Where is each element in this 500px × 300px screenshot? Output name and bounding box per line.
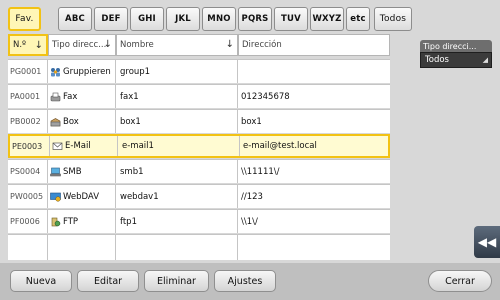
row-name: smb1 — [116, 160, 238, 183]
sort-down-icon: ↓ — [34, 40, 43, 51]
row-type: Box — [48, 110, 116, 133]
row-address: //123 — [241, 191, 263, 202]
group-icon — [51, 67, 60, 76]
row-number: PB0002 — [8, 110, 48, 133]
collapse-panel-button[interactable]: ◀◀ — [474, 226, 500, 258]
row-name: e-mail1 — [118, 136, 240, 156]
smb-icon — [50, 167, 61, 176]
row-number: PG0001 — [8, 60, 48, 83]
row-address: \\1\/ — [241, 216, 258, 227]
row-name: webdav1 — [116, 185, 238, 208]
row-address — [238, 60, 390, 83]
tab-def[interactable]: DEF — [94, 7, 128, 31]
column-header-address: Dirección — [238, 34, 390, 56]
row-name: fax1 — [116, 85, 238, 108]
address-table: N.º ↓ Tipo direcc... ↓ Nombre ↓ Direcció… — [8, 34, 390, 260]
row-number: PW0005 — [8, 185, 48, 208]
table-row[interactable]: PF0006 FTP ftp1 \\1\/ — [8, 209, 390, 233]
tab-abc[interactable]: ABC — [58, 7, 92, 31]
address-book-screen: Fav. ABC DEF GHI JKL MNO PQRS TUV WXYZ e… — [0, 0, 500, 300]
column-header-type-label: Tipo direcc... — [52, 40, 107, 50]
row-address: 012345678 — [241, 91, 290, 102]
settings-button[interactable]: Ajustes — [214, 270, 276, 292]
row-type: Gruppieren — [48, 60, 116, 83]
table-row[interactable]: PW0005 WebDAV webdav1 //123 — [8, 184, 390, 208]
row-number: PS0004 — [8, 160, 48, 183]
row-number: PE0003 — [10, 136, 50, 156]
empty-cell — [238, 235, 390, 260]
row-address: \\11111\/ — [241, 166, 280, 177]
empty-row — [8, 234, 390, 260]
row-type: E-Mail — [50, 136, 118, 156]
row-type-label: Gruppieren — [63, 66, 111, 77]
row-address: box1 — [241, 116, 262, 127]
row-number: PA0001 — [8, 85, 48, 108]
sort-down-icon: ↓ — [225, 39, 234, 50]
column-header-name-label: Nombre — [120, 40, 154, 50]
row-type-label: Box — [63, 116, 79, 127]
address-type-filter-value: Todos — [425, 55, 449, 65]
edit-button[interactable]: Editar — [77, 270, 139, 292]
row-address: e-mail@test.local — [243, 141, 317, 151]
column-header-type[interactable]: Tipo direcc... ↓ — [48, 34, 116, 56]
tab-wxyz[interactable]: WXYZ — [310, 7, 344, 31]
row-name: group1 — [116, 60, 238, 83]
close-button[interactable]: Cerrar — [428, 270, 492, 292]
tab-ghi[interactable]: GHI — [130, 7, 164, 31]
delete-button[interactable]: Eliminar — [144, 270, 209, 292]
webdav-icon — [50, 192, 61, 202]
table-row[interactable]: PB0002 Box box1 box1 — [8, 109, 390, 133]
tab-fav[interactable]: Fav. — [8, 7, 41, 31]
row-type: FTP — [48, 210, 116, 233]
table-row[interactable]: PS0004 SMB smb1 \\11111\/ — [8, 159, 390, 183]
fax-icon — [50, 92, 61, 101]
row-name: ftp1 — [116, 210, 238, 233]
table-row[interactable]: PA0001 Fax fax1 012345678 — [8, 84, 390, 108]
ftp-icon — [51, 217, 61, 226]
table-row-selected[interactable]: PE0003 E-Mail e-mail1 e-mail@test.local — [8, 134, 390, 158]
column-header-number[interactable]: N.º ↓ — [8, 34, 48, 56]
empty-cell — [8, 235, 48, 260]
new-button[interactable]: Nueva — [10, 270, 72, 292]
row-number: PF0006 — [8, 210, 48, 233]
tab-jkl[interactable]: JKL — [166, 7, 200, 31]
address-type-filter-select[interactable]: Todos ◢ — [420, 52, 492, 68]
row-type: Fax — [48, 85, 116, 108]
table-row[interactable]: PG0001 Gruppieren group1 — [8, 59, 390, 83]
row-type-label: SMB — [63, 166, 82, 177]
tab-pqrs[interactable]: PQRS — [238, 7, 272, 31]
tab-etc[interactable]: etc — [346, 7, 370, 31]
row-type: WebDAV — [48, 185, 116, 208]
row-type: SMB — [48, 160, 116, 183]
tab-tuv[interactable]: TUV — [274, 7, 308, 31]
row-type-label: Fax — [63, 91, 78, 102]
tab-todos[interactable]: Todos — [374, 7, 412, 31]
column-header-address-label: Dirección — [242, 40, 282, 50]
dropdown-caret-icon: ◢ — [482, 56, 488, 64]
sort-down-icon: ↓ — [103, 39, 112, 50]
row-type-label: E-Mail — [65, 141, 91, 151]
email-icon — [52, 142, 63, 150]
box-icon — [50, 117, 61, 126]
column-header-name[interactable]: Nombre ↓ — [116, 34, 238, 56]
tab-mno[interactable]: MNO — [202, 7, 236, 31]
empty-cell — [48, 235, 116, 260]
row-type-label: FTP — [63, 216, 79, 227]
column-header-number-label: N.º — [13, 40, 27, 50]
row-name: box1 — [116, 110, 238, 133]
row-type-label: WebDAV — [63, 191, 100, 202]
empty-cell — [116, 235, 238, 260]
